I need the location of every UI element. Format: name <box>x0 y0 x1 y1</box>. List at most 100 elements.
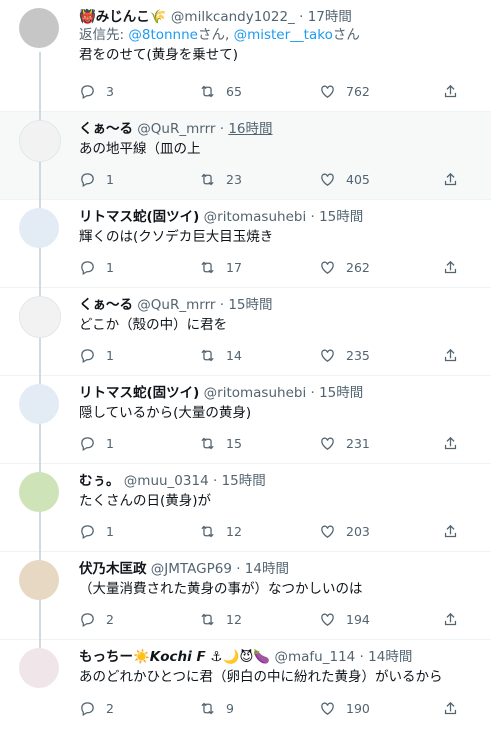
tweet-text: あの地平線（皿の上 <box>79 141 201 157</box>
retweet-button[interactable]: 9 <box>199 700 234 717</box>
share-button[interactable] <box>442 171 459 188</box>
tweet-text: たくさんの日(黄身)が <box>79 493 212 509</box>
avatar[interactable] <box>19 472 59 512</box>
display-name[interactable]: 伏乃木匡政 <box>79 561 147 577</box>
avatar[interactable] <box>19 8 59 48</box>
user-handle[interactable]: @JMTAGP69 <box>151 561 232 577</box>
user-handle[interactable]: @ritomasuhebi <box>204 209 307 225</box>
reply-button[interactable]: 1 <box>79 171 114 188</box>
separator-dot: · <box>310 385 315 401</box>
avatar[interactable] <box>19 208 59 248</box>
display-name[interactable]: むぅ。 <box>79 473 120 489</box>
reply-button[interactable]: 1 <box>79 347 114 364</box>
avatar[interactable] <box>19 296 61 338</box>
reply-button[interactable]: 1 <box>79 523 114 540</box>
user-handle[interactable]: @ritomasuhebi <box>204 385 307 401</box>
separator-dot: · <box>212 473 218 489</box>
display-name[interactable]: もっちー☀️𝙆𝙤𝙘𝙝𝙞 𝙁 ⚓🌙😈🍆 <box>79 649 270 665</box>
retweet-count: 9 <box>226 701 234 716</box>
timestamp[interactable]: 14時間 <box>245 561 289 577</box>
separator-dot: · <box>219 121 225 137</box>
share-button[interactable] <box>442 347 459 364</box>
retweet-button[interactable]: 23 <box>199 171 242 188</box>
reply-mention[interactable]: @8tonnne <box>128 27 198 43</box>
display-name[interactable]: リトマス蛇(固ツイ) <box>79 385 199 401</box>
display-name[interactable]: 👹みじんこ🌾 <box>79 9 167 25</box>
tweet[interactable]: くぁ～る @QuR_mrrr · 16時間 あの地平線（皿の上 1 23 405 <box>0 102 491 209</box>
display-name[interactable]: くぁ～る <box>79 297 133 313</box>
tweet[interactable]: もっちー☀️𝙆𝙤𝙘𝙝𝙞 𝙁 ⚓🌙😈🍆 @mafu_114 · 14時間 あのどれ… <box>0 630 491 728</box>
avatar[interactable] <box>19 384 59 424</box>
reply-mention[interactable]: @mister__tako <box>234 27 333 43</box>
reply-count: 1 <box>106 524 114 539</box>
reply-button[interactable]: 1 <box>79 259 114 276</box>
timestamp[interactable]: 15時間 <box>222 473 266 489</box>
timestamp[interactable]: 15時間 <box>319 209 363 225</box>
timestamp[interactable]: 16時間 <box>228 121 272 137</box>
reply-button[interactable]: 2 <box>79 700 114 717</box>
separator-dot: · <box>359 649 364 665</box>
tweet[interactable]: リトマス蛇(固ツイ) @ritomasuhebi · 15時間 隠しているから(… <box>0 366 491 473</box>
display-name[interactable]: リトマス蛇(固ツイ) <box>79 209 199 225</box>
share-button[interactable] <box>442 523 459 540</box>
display-name[interactable]: くぁ～る <box>79 121 133 137</box>
reply-icon <box>81 437 94 452</box>
retweet-button[interactable]: 14 <box>199 347 242 364</box>
heart-icon <box>321 613 334 626</box>
share-icon <box>444 436 457 450</box>
retweet-button[interactable]: 17 <box>199 259 242 276</box>
share-button[interactable] <box>442 435 459 452</box>
user-handle[interactable]: @QuR_mrrr <box>137 121 215 137</box>
retweet-icon <box>201 525 214 538</box>
timestamp[interactable]: 15時間 <box>319 385 363 401</box>
retweet-button[interactable]: 12 <box>199 523 242 540</box>
tweet[interactable]: リトマス蛇(固ツイ) @ritomasuhebi · 15時間 輝くのは(クソデ… <box>0 190 491 297</box>
retweet-icon <box>201 173 214 186</box>
share-icon <box>444 172 457 186</box>
share-button[interactable] <box>442 259 459 276</box>
tweet-text: 輝くのは(クソデカ巨大目玉焼き <box>79 229 274 245</box>
reply-button[interactable]: 1 <box>79 435 114 452</box>
timestamp[interactable]: 14時間 <box>368 649 412 665</box>
thread-line <box>39 630 41 646</box>
like-button[interactable]: 262 <box>319 259 370 276</box>
reply-icon <box>81 349 94 364</box>
retweet-button[interactable]: 12 <box>199 611 242 628</box>
share-icon <box>444 84 457 98</box>
like-button[interactable]: 235 <box>319 347 370 364</box>
reply-button[interactable]: 3 <box>79 83 114 100</box>
retweet-count: 17 <box>226 260 242 275</box>
avatar[interactable] <box>19 560 59 600</box>
user-handle[interactable]: @mafu_114 <box>275 649 356 665</box>
user-handle[interactable]: @muu_0314 <box>124 473 209 489</box>
separator-dot: · <box>219 297 225 313</box>
timestamp[interactable]: 17時間 <box>308 9 352 25</box>
like-button[interactable]: 194 <box>319 611 370 628</box>
tweet[interactable]: 伏乃木匡政 @JMTAGP69 · 14時間 （大量消費された黄身の事が）なつか… <box>0 542 491 649</box>
share-button[interactable] <box>442 611 459 628</box>
reply-suffix: さん <box>332 27 360 43</box>
avatar[interactable] <box>19 648 59 688</box>
retweet-button[interactable]: 15 <box>199 435 242 452</box>
like-button[interactable]: 203 <box>319 523 370 540</box>
separator-dot: · <box>310 209 315 225</box>
like-button[interactable]: 190 <box>319 700 370 717</box>
heart-icon <box>321 437 334 450</box>
share-button[interactable] <box>442 700 459 717</box>
avatar[interactable] <box>19 120 61 162</box>
tweet[interactable]: くぁ～る @QuR_mrrr · 15時間 どこか（殻の中）に君を 1 14 2… <box>0 278 491 385</box>
like-button[interactable]: 405 <box>319 171 370 188</box>
like-button[interactable]: 762 <box>319 83 370 100</box>
tweet[interactable]: むぅ。 @muu_0314 · 15時間 たくさんの日(黄身)が 1 12 20… <box>0 454 491 561</box>
user-handle[interactable]: @QuR_mrrr <box>137 297 215 313</box>
reply-count: 1 <box>106 172 114 187</box>
share-button[interactable] <box>442 83 459 100</box>
retweet-icon <box>201 349 214 362</box>
like-button[interactable]: 231 <box>319 435 370 452</box>
share-icon <box>444 612 457 626</box>
user-handle[interactable]: @milkcandy1022_ <box>171 9 295 25</box>
tweet[interactable]: 👹みじんこ🌾 @milkcandy1022_ · 17時間 返信先: @8ton… <box>0 0 491 121</box>
retweet-button[interactable]: 65 <box>199 83 242 100</box>
timestamp[interactable]: 15時間 <box>228 297 272 313</box>
reply-button[interactable]: 2 <box>79 611 114 628</box>
